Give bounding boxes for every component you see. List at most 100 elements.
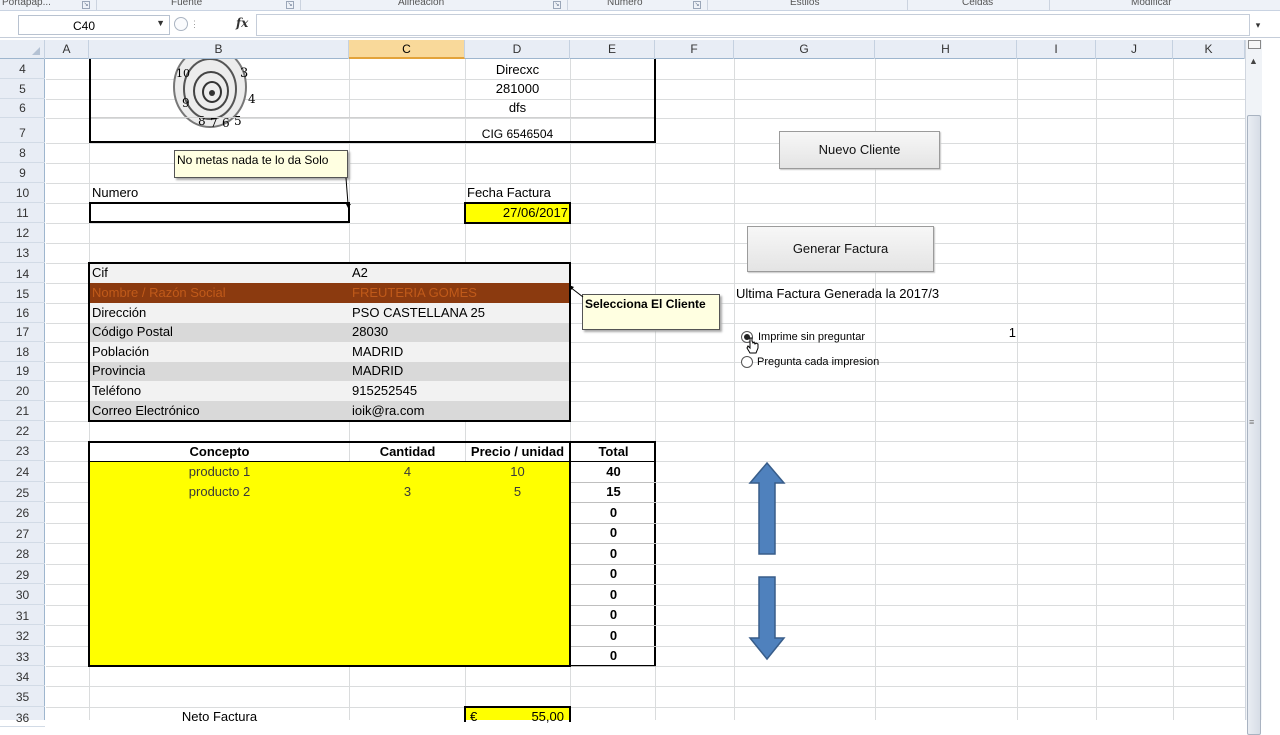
numero-launcher-icon[interactable]: ↘ xyxy=(693,1,701,9)
col-header-f[interactable]: F xyxy=(655,40,734,59)
client-value-telefono[interactable]: 915252545 xyxy=(352,382,417,400)
scroll-up-icon[interactable]: ▲ xyxy=(1249,56,1258,66)
col-header-e[interactable]: E xyxy=(570,40,655,59)
item-cantidad[interactable]: 4 xyxy=(350,463,465,481)
row-header-32[interactable]: 32 xyxy=(0,625,45,646)
item-cantidad[interactable]: 3 xyxy=(350,483,465,501)
row-header-4[interactable]: 4 xyxy=(0,59,45,79)
item-total: 0 xyxy=(609,525,618,540)
client-value-poblacion[interactable]: MADRID xyxy=(352,343,403,361)
imprime-label[interactable]: Imprime sin preguntar xyxy=(758,331,865,343)
items-header-precio: Precio / unidad xyxy=(470,444,565,459)
ribbon-group-celdas[interactable]: Celdas xyxy=(962,0,993,8)
client-value-nombre[interactable]: FREUTERIA GOMES xyxy=(352,284,477,302)
svg-text:10: 10 xyxy=(176,67,190,80)
ribbon-group-estilos[interactable]: Estilos xyxy=(790,0,819,8)
row-header-10[interactable]: 10 xyxy=(0,183,45,203)
row-header-35[interactable]: 35 xyxy=(0,686,45,707)
client-value-email[interactable]: ioik@ra.com xyxy=(352,402,424,420)
generar-factura-button[interactable]: Generar Factura xyxy=(747,226,934,272)
row-header-14[interactable]: 14 xyxy=(0,263,45,283)
row-header-16[interactable]: 16 xyxy=(0,303,45,323)
row-header-33[interactable]: 33 xyxy=(0,646,45,666)
gridline-horizontal xyxy=(46,243,1245,244)
item-concepto[interactable]: producto 1 xyxy=(89,463,350,481)
client-value-cp[interactable]: 28030 xyxy=(352,323,388,341)
fuente-launcher-icon[interactable]: ↘ xyxy=(286,1,294,9)
items-row-divider xyxy=(571,666,656,667)
row-header-17[interactable]: 17 xyxy=(0,323,45,342)
ribbon-separator xyxy=(1049,0,1050,11)
row-header-9[interactable]: 9 xyxy=(0,163,45,183)
col-header-b[interactable]: B xyxy=(89,40,349,59)
ribbon-group-fuente[interactable]: Fuente xyxy=(171,0,202,8)
pregunta-label[interactable]: Pregunta cada impresion xyxy=(757,356,879,368)
row-header-29[interactable]: 29 xyxy=(0,564,45,584)
col-header-d[interactable]: D xyxy=(465,40,570,59)
row-header-15[interactable]: 15 xyxy=(0,283,45,303)
row-header-22[interactable]: 22 xyxy=(0,421,45,441)
dropdown-arrow-icon[interactable]: ▼ xyxy=(156,18,165,28)
alineacion-launcher-icon[interactable]: ↘ xyxy=(553,1,561,9)
item-concepto[interactable]: producto 2 xyxy=(89,483,350,501)
split-box-icon[interactable] xyxy=(1248,40,1261,49)
portapapeles-launcher-icon[interactable]: ↘ xyxy=(82,1,90,9)
row-header-7[interactable]: 7 xyxy=(0,118,45,143)
cliente-comment-note: Selecciona El Cliente xyxy=(582,294,720,330)
col-header-h[interactable]: H xyxy=(875,40,1017,59)
col-header-a[interactable]: A xyxy=(45,40,89,59)
row-header-5[interactable]: 5 xyxy=(0,79,45,99)
row-header-31[interactable]: 31 xyxy=(0,605,45,625)
col-header-g[interactable]: G xyxy=(734,40,875,59)
name-box[interactable]: C40 ▼ xyxy=(18,15,170,35)
formula-bar-circle-icon xyxy=(174,17,188,31)
row-header-36[interactable]: 36 xyxy=(0,707,45,727)
row-header-12[interactable]: 12 xyxy=(0,223,45,243)
ribbon-group-modificar[interactable]: Modificar xyxy=(1131,0,1172,8)
row-header-13[interactable]: 13 xyxy=(0,243,45,263)
client-value-cif[interactable]: A2 xyxy=(352,264,368,282)
col-header-j[interactable]: J xyxy=(1096,40,1173,59)
row-header-20[interactable]: 20 xyxy=(0,381,45,401)
up-arrow-shape[interactable] xyxy=(748,461,786,557)
client-value-provincia[interactable]: MADRID xyxy=(352,362,403,380)
select-all-corner[interactable] xyxy=(0,40,45,59)
client-value-direccion[interactable]: PSO CASTELLANA 25 xyxy=(352,304,485,322)
fecha-factura-value[interactable]: 27/06/2017 xyxy=(466,204,568,222)
ribbon-group-numero[interactable]: Número xyxy=(607,0,643,8)
row-header-21[interactable]: 21 xyxy=(0,401,45,421)
row-header-27[interactable]: 27 xyxy=(0,523,45,543)
row-header-23[interactable]: 23 xyxy=(0,441,45,461)
item-precio[interactable]: 5 xyxy=(465,483,570,501)
row-headers: 4 5 6 7 8 9 10 11 12 13 14 15 16 17 18 1… xyxy=(0,59,45,727)
row-header-30[interactable]: 30 xyxy=(0,584,45,605)
row-header-25[interactable]: 25 xyxy=(0,482,45,502)
gridline-vertical xyxy=(1096,59,1097,720)
fx-icon[interactable]: fx xyxy=(236,16,248,30)
row-header-6[interactable]: 6 xyxy=(0,99,45,118)
row-header-24[interactable]: 24 xyxy=(0,461,45,482)
ribbon-group-alineacion[interactable]: Alineación xyxy=(398,0,444,8)
row-header-19[interactable]: 19 xyxy=(0,362,45,381)
numero-input[interactable] xyxy=(89,202,350,223)
vertical-scrollbar[interactable]: ▲ ≡ xyxy=(1245,40,1262,735)
item-total: 0 xyxy=(609,648,618,663)
row-header-11[interactable]: 11 xyxy=(0,203,45,223)
ribbon-group-portapapeles[interactable]: Portapap... xyxy=(2,0,51,8)
row-header-18[interactable]: 18 xyxy=(0,342,45,362)
col-header-k[interactable]: K xyxy=(1173,40,1245,59)
expand-formula-bar-icon[interactable]: ▾ xyxy=(1251,15,1265,35)
row-header-28[interactable]: 28 xyxy=(0,543,45,564)
nuevo-cliente-button[interactable]: Nuevo Cliente xyxy=(779,131,940,169)
row-header-8[interactable]: 8 xyxy=(0,143,45,163)
down-arrow-shape[interactable] xyxy=(748,575,786,661)
formula-input[interactable] xyxy=(256,14,1250,36)
col-header-c[interactable]: C xyxy=(349,40,465,59)
row-header-26[interactable]: 26 xyxy=(0,502,45,523)
company-cig: CIG 6546504 xyxy=(481,127,554,141)
col-header-i[interactable]: I xyxy=(1017,40,1096,59)
pregunta-radio[interactable] xyxy=(741,356,753,368)
item-precio[interactable]: 10 xyxy=(465,463,570,481)
print-flag-value: 1 xyxy=(1008,325,1016,340)
row-header-34[interactable]: 34 xyxy=(0,666,45,686)
